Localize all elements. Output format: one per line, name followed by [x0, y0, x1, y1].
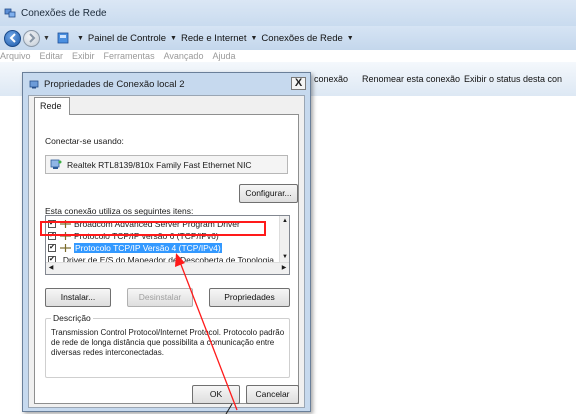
back-button[interactable]: [4, 29, 21, 47]
dialog-body: Rede Conectar-se usando: Realtek RTL8139…: [28, 95, 305, 408]
chevron-down-icon: ▼: [170, 34, 177, 42]
list-item-label: Protocolo TCP/IP Versão 4 (TCP/IPv4): [74, 242, 222, 253]
network-card-icon: [50, 159, 62, 169]
description-text: Transmission Control Protocol/Internet P…: [51, 328, 285, 357]
command-rename-connection[interactable]: Renomear esta conexão: [362, 74, 460, 84]
breadcrumb-label: Painel de Controle: [87, 32, 167, 44]
chevron-down-icon: ▼: [346, 34, 354, 42]
menu-bar: Arquivo Editar Exibir Ferramentas Avança…: [0, 50, 576, 62]
scroll-up-icon[interactable]: ▲: [280, 216, 289, 226]
adapter-field: Realtek RTL8139/810x Family Fast Etherne…: [45, 155, 288, 174]
menu-edit[interactable]: Editar: [40, 51, 64, 61]
protocol-icon: [60, 243, 71, 252]
forward-button[interactable]: [23, 29, 40, 47]
breadcrumb-network-connections[interactable]: ▼ Conexões de Rede ▼: [246, 33, 357, 44]
tab-panel-network: Conectar-se usando: Realtek RTL8139/810x…: [34, 114, 299, 404]
ok-button[interactable]: OK: [192, 385, 240, 404]
command-view-status[interactable]: Exibir o status desta con: [464, 74, 562, 84]
connect-using-label: Conectar-se usando:: [45, 136, 124, 146]
breadcrumb-network-internet[interactable]: ▼ Rede e Internet: [166, 33, 246, 44]
checkbox[interactable]: ✔: [48, 243, 56, 252]
history-dropdown-icon[interactable]: ▼: [43, 35, 50, 42]
arrow-right-icon: [28, 33, 35, 43]
properties-button[interactable]: Propriedades: [209, 288, 290, 307]
chevron-down-icon: ▼: [250, 34, 258, 42]
install-button[interactable]: Instalar...: [45, 288, 111, 307]
network-connections-icon: [4, 8, 16, 18]
menu-file[interactable]: Arquivo: [0, 51, 31, 61]
description-group: Descrição Transmission Control Protocol/…: [45, 313, 290, 378]
horizontal-scrollbar[interactable]: ◀ ▶: [46, 262, 289, 274]
breadcrumb-label: Rede e Internet: [180, 32, 247, 44]
list-item-selected[interactable]: ✔ Protocolo TCP/IP Versão 4 (TCP/IPv4): [48, 242, 273, 253]
menu-tools[interactable]: Ferramentas: [104, 51, 155, 61]
window-title: Conexões de Rede: [21, 7, 107, 19]
menu-view[interactable]: Exibir: [72, 51, 95, 61]
close-button[interactable]: X: [291, 77, 306, 90]
uninstall-button[interactable]: Desinstalar: [127, 288, 193, 307]
cancel-button[interactable]: Cancelar: [246, 385, 299, 404]
adapter-name: Realtek RTL8139/810x Family Fast Etherne…: [67, 159, 252, 170]
properties-dialog: Propriedades de Conexão local 2 X Rede C…: [22, 72, 311, 412]
dialog-title: Propriedades de Conexão local 2: [44, 78, 185, 90]
highlight-box: [40, 221, 266, 236]
scroll-down-icon[interactable]: ▼: [280, 252, 289, 262]
chevron-down-icon: ▼: [76, 34, 84, 42]
dialog-title-bar: Propriedades de Conexão local 2: [23, 73, 310, 95]
menu-help[interactable]: Ajuda: [212, 51, 235, 61]
window-title-bar: Conexões de Rede: [0, 0, 576, 26]
menu-advanced[interactable]: Avançado: [164, 51, 204, 61]
arrow-left-icon: [9, 33, 16, 43]
breadcrumb-label: Conexões de Rede: [261, 32, 343, 44]
breadcrumb-control-panel[interactable]: ▼ Painel de Controle: [73, 33, 166, 44]
screen: Conexões de Rede ▼ ▼ Painel de Controle …: [0, 0, 576, 414]
vertical-scrollbar[interactable]: ▲ ▼: [279, 216, 289, 263]
scroll-right-icon[interactable]: ▶: [279, 263, 289, 274]
scroll-left-icon[interactable]: ◀: [46, 263, 56, 274]
network-adapter-icon: [29, 80, 39, 89]
tab-network[interactable]: Rede: [34, 97, 70, 115]
address-bar: ▼ ▼ Painel de Controle ▼ Rede e Internet…: [0, 26, 576, 50]
command-connection[interactable]: conexão: [314, 74, 348, 84]
description-legend: Descrição: [51, 313, 93, 323]
configure-button[interactable]: Configurar...: [239, 184, 298, 203]
control-panel-icon: [57, 32, 69, 44]
